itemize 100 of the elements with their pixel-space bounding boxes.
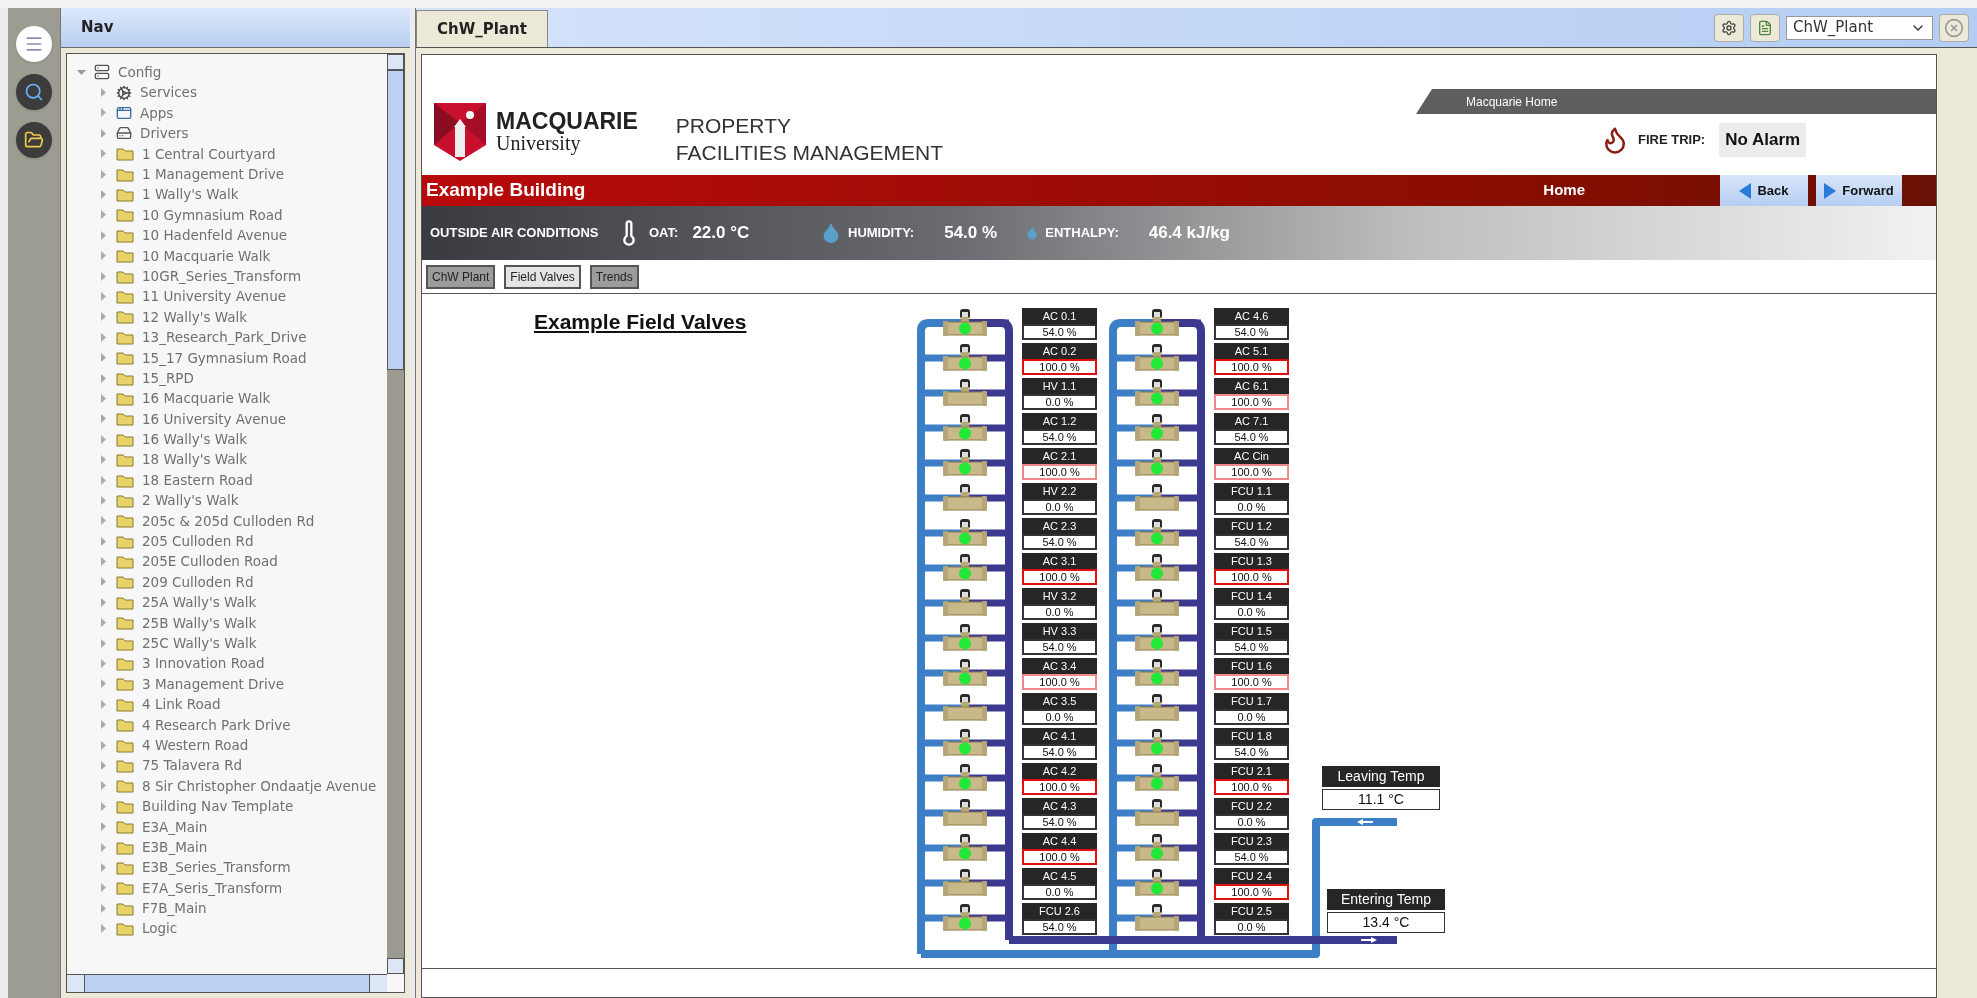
back-button[interactable]: Back [1720,175,1808,206]
folder-icon [24,130,44,150]
valve-label: FCU 2.5 [1214,902,1289,919]
folder-icon [116,268,134,284]
folder-icon [116,350,134,366]
view-tab[interactable]: ChW_Plant [416,10,548,47]
folder-icon [116,370,134,386]
horizontal-scrollbar[interactable] [67,974,387,992]
valve-label: FCU 1.7 [1214,692,1289,709]
tree-item[interactable]: F7B_Main [142,898,207,919]
valve-label: AC 0.1 [1022,307,1097,324]
page-tab[interactable]: Field Valves [504,264,581,289]
valve-label: AC 4.4 [1022,832,1097,849]
expand-caret-icon[interactable] [99,292,108,301]
tree-item[interactable]: 209 Culloden Rd [142,571,254,593]
tree-item[interactable]: 75 Talavera Rd [142,755,243,776]
tree-item[interactable]: 205 Culloden Rd [142,531,254,552]
tree-item[interactable]: 1 Central Courtyard [142,143,276,164]
page-tab[interactable]: Trends [589,264,639,289]
tree-item[interactable]: E3A_Main [142,816,208,837]
tree-item[interactable]: 11 University Avenue [142,286,287,307]
tree-item[interactable]: 3 Management Drive [142,673,285,695]
tree-item[interactable]: 25C Wally's Walk [142,633,257,654]
drive-icon [116,125,132,142]
tree-item[interactable]: 15_RPD [142,367,194,389]
tree-item[interactable]: 10 Gymnasium Road [142,204,283,226]
tree-item[interactable]: 12 Wally's Walk [142,306,248,327]
tree-item[interactable]: 10GR_Series_Transform [142,265,302,287]
tree-item[interactable]: Config [118,62,162,83]
tree-item[interactable]: 4 Link Road [142,694,221,715]
expand-caret-icon[interactable] [99,924,108,934]
department-title: FACILITIES MANAGEMENT [675,142,944,163]
folder-icon [116,574,134,590]
tree-item[interactable]: Drivers [140,123,189,144]
valve-label: AC 4.5 [1022,867,1097,884]
vertical-scrollbar[interactable] [387,54,404,974]
close-button[interactable] [1939,13,1969,42]
tree-item[interactable]: 2 Wally's Walk [142,490,239,511]
folder-icon [116,737,134,753]
panel-title: Nav [81,17,114,39]
tree-item[interactable]: Logic [142,918,178,939]
rail-button[interactable] [16,74,52,110]
building-title: Example Building [426,178,586,203]
gear-icon [1721,19,1737,36]
tree-item[interactable]: 4 Western Road [142,734,249,756]
view-select[interactable]: ChW_Plant [1786,15,1933,40]
folder-icon [116,309,134,325]
folder-icon [116,513,134,529]
valve-label: AC 2.3 [1022,517,1097,534]
tree-item[interactable]: 10 Macquarie Walk [142,245,271,266]
expand-caret-icon[interactable] [99,659,108,668]
tree-item[interactable]: 18 Eastern Road [142,469,253,491]
home-link-banner[interactable]: Macquarie Home [1416,89,1936,114]
tree-item[interactable]: 25B Wally's Walk [142,612,257,633]
tree-item[interactable]: Services [140,82,197,103]
tree-item[interactable]: 16 Macquarie Walk [142,388,271,409]
tree-item[interactable]: 10 Hadenfeld Avenue [142,225,288,246]
folder-icon [116,187,134,203]
tree-item[interactable]: 3 Innovation Road [142,653,265,674]
document-icon [1757,19,1773,36]
home-link[interactable]: Home [1543,179,1585,202]
tree-item[interactable]: Apps [140,102,174,124]
search-icon [24,82,44,102]
folder-icon [116,227,134,243]
forward-button[interactable]: Forward [1816,175,1902,206]
tree-item[interactable]: 4 Research Park Drive [142,714,291,735]
folder-icon [116,390,134,406]
tree-item[interactable]: 18 Wally's Walk [142,449,248,470]
tree-item[interactable]: 8 Sir Christopher Ondaatje Avenue [142,775,377,796]
rail-button[interactable] [16,122,52,158]
tree-item[interactable]: 13_Research_Park_Drive [142,327,307,348]
settings-button[interactable] [1714,13,1744,42]
tree-item[interactable]: 16 Wally's Walk [142,429,248,450]
tree-item[interactable]: 205c & 205d Culloden Rd [142,510,315,531]
valve-label: AC 3.4 [1022,657,1097,674]
tree-item[interactable]: 15_17 Gymnasium Road [142,347,307,368]
folder-icon [116,615,134,631]
folder-icon [116,533,134,549]
tree-item[interactable]: 205E Culloden Road [142,551,278,572]
tree-item[interactable]: E3B_Main [142,836,208,858]
valve-label: AC 1.2 [1022,412,1097,429]
left-arrow-icon [1739,182,1752,199]
tree-item[interactable]: E3B_Series_Transform [142,857,291,878]
tree-item[interactable]: 25A Wally's Walk [142,592,257,613]
valve-label: FCU 1.2 [1214,517,1289,534]
tree-item[interactable]: 16 University Avenue [142,408,287,429]
rail-button[interactable] [16,26,52,62]
folder-icon [116,146,134,162]
tree-item[interactable]: 1 Wally's Walk [142,184,239,205]
tree-item[interactable]: Building Nav Template [142,796,294,817]
document-button[interactable] [1750,13,1780,42]
right-arrow-icon [1824,182,1837,199]
folder-icon [116,411,134,427]
page-tab[interactable]: ChW Plant [426,264,496,289]
close-icon [1944,17,1964,38]
tree-item[interactable]: E7A_Seris_Transform [142,877,283,898]
logo-icon [434,103,486,161]
collapse-caret-icon[interactable] [77,67,86,77]
tree-item[interactable]: 1 Management Drive [142,164,285,185]
valve-label: AC 4.2 [1022,762,1097,779]
